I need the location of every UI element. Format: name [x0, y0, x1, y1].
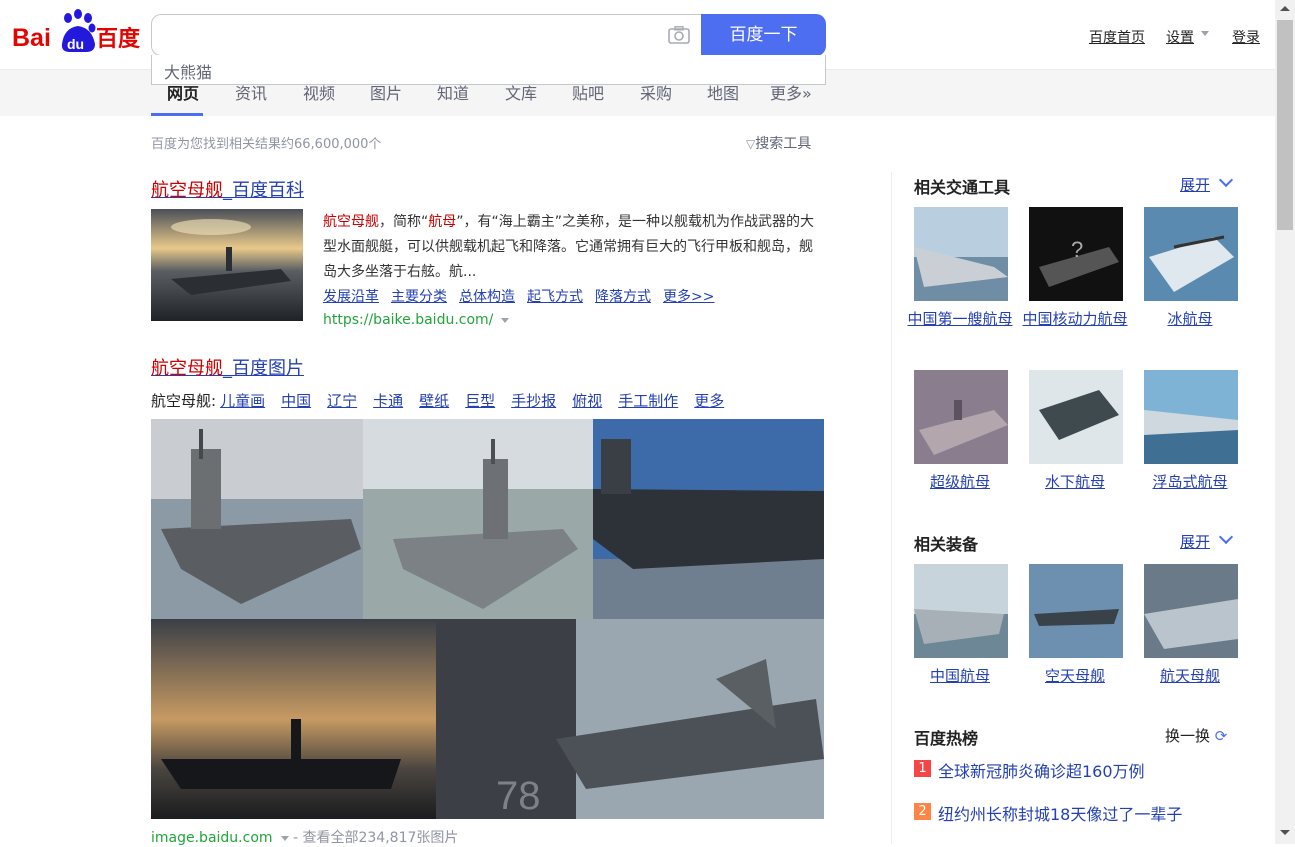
scroll-down-icon[interactable]: [1280, 830, 1290, 835]
scroll-thumb[interactable]: [1277, 20, 1293, 230]
chevron-down-icon[interactable]: [501, 317, 510, 323]
related-thumb[interactable]: [1029, 564, 1123, 658]
filter-icon: ▽: [746, 137, 756, 151]
image-tag[interactable]: 中国: [281, 392, 311, 410]
related-thumb[interactable]: [914, 370, 1008, 464]
refresh-button[interactable]: 换一换 ⟳: [1165, 725, 1227, 746]
active-tab-indicator: [151, 113, 203, 116]
related-thumb[interactable]: ?: [1029, 207, 1123, 301]
result-image[interactable]: 78: [436, 619, 824, 819]
svg-text:百度: 百度: [96, 26, 141, 51]
chevron-down-icon[interactable]: [1218, 529, 1234, 545]
column-divider: [891, 172, 892, 844]
svg-text:78: 78: [496, 774, 541, 818]
result-image[interactable]: [593, 419, 824, 619]
hot-rank-badge: 2: [914, 803, 931, 820]
image-tag[interactable]: 壁纸: [419, 392, 449, 410]
related-caption[interactable]: 空天母舰: [1020, 664, 1130, 689]
image-tag[interactable]: 俯视: [572, 392, 602, 410]
result-image[interactable]: [151, 619, 436, 819]
hot-item[interactable]: 全球新冠肺炎确诊超160万例: [938, 758, 1145, 782]
svg-text:?: ?: [1071, 237, 1083, 262]
result-image[interactable]: [363, 419, 593, 619]
image-tag[interactable]: 手工制作: [618, 392, 678, 410]
home-link[interactable]: 百度首页: [1089, 27, 1145, 47]
related-caption[interactable]: 航天母舰: [1135, 664, 1245, 689]
result-url[interactable]: https://baike.baidu.com/: [323, 312, 510, 328]
related-thumb[interactable]: [914, 564, 1008, 658]
camera-icon[interactable]: [668, 26, 690, 44]
search-input[interactable]: [152, 15, 652, 55]
related-thumb[interactable]: [1029, 370, 1123, 464]
settings-link[interactable]: 设置: [1166, 27, 1194, 47]
image-tag[interactable]: 儿童画: [220, 392, 265, 410]
result-title-baike[interactable]: 航空母舰_百度百科: [151, 176, 304, 202]
related-thumb[interactable]: [914, 207, 1008, 301]
chevron-down-icon[interactable]: [280, 835, 289, 841]
chevron-down-icon[interactable]: [1218, 172, 1234, 188]
scroll-up-icon[interactable]: [1280, 6, 1290, 11]
hot-item[interactable]: 纽约州长称封城18天像过了一辈子: [938, 801, 1182, 825]
sublink[interactable]: 更多>>: [663, 289, 714, 305]
image-tag[interactable]: 手抄报: [511, 392, 556, 410]
baidu-logo[interactable]: Bai du 百度: [12, 8, 142, 56]
sublink[interactable]: 总体构造: [459, 289, 515, 305]
suggestion-item[interactable]: 大熊猫: [164, 59, 212, 83]
related-equipment-title: 相关装备: [914, 535, 979, 554]
related-thumb[interactable]: [1144, 370, 1238, 464]
image-tag[interactable]: 巨型: [465, 392, 495, 410]
image-tag[interactable]: 更多: [694, 392, 724, 410]
related-caption[interactable]: 超级航母: [905, 470, 1015, 495]
image-tag[interactable]: 辽宁: [327, 392, 357, 410]
related-thumb[interactable]: [1144, 564, 1238, 658]
refresh-icon: ⟳: [1214, 727, 1228, 745]
svg-text:du: du: [67, 36, 84, 52]
expand-transport[interactable]: 展开: [1180, 174, 1210, 195]
svg-text:Bai: Bai: [12, 24, 51, 52]
result-title-images[interactable]: 航空母舰_百度图片: [151, 354, 304, 380]
sublink[interactable]: 起飞方式: [527, 289, 583, 305]
result-stats: 百度为您找到相关结果约66,600,000个: [151, 137, 382, 152]
related-thumb[interactable]: [1144, 207, 1238, 301]
chevron-down-icon: [1201, 31, 1209, 36]
search-button[interactable]: 百度一下: [701, 14, 826, 56]
related-caption[interactable]: 中国核动力航母: [1020, 307, 1130, 332]
sublink[interactable]: 主要分类: [391, 289, 447, 305]
expand-equipment[interactable]: 展开: [1180, 531, 1210, 552]
related-caption[interactable]: 浮岛式航母: [1135, 470, 1245, 495]
image-tags: 航空母舰: 儿童画 中国 辽宁 卡通 壁纸 巨型 手抄报 俯视 手工制作 更多: [151, 392, 725, 410]
login-link[interactable]: 登录: [1232, 27, 1260, 47]
search-tools-button[interactable]: ▽搜索工具: [746, 133, 811, 153]
hot-list-title: 百度热榜: [914, 729, 979, 748]
result-sublinks: 发展沿革 主要分类 总体构造 起飞方式 降落方式 更多>>: [323, 286, 726, 306]
image-tag[interactable]: 卡通: [373, 392, 403, 410]
sublink[interactable]: 降落方式: [595, 289, 651, 305]
result-image[interactable]: [151, 419, 363, 619]
result-thumbnail[interactable]: [151, 209, 303, 321]
related-caption[interactable]: 冰航母: [1135, 307, 1245, 332]
result-url: image.baidu.com - 查看全部234,817张图片: [151, 827, 458, 847]
related-caption[interactable]: 水下航母: [1020, 470, 1130, 495]
related-transport-title: 相关交通工具: [914, 178, 1011, 197]
related-caption[interactable]: 中国第一艘航母: [905, 307, 1015, 332]
hot-rank-badge: 1: [914, 760, 931, 777]
result-abstract: 航空母舰，简称“航母”，有“海上霸主”之美称，是一种以舰载机为作战武器的大型水面…: [323, 214, 815, 280]
suggestion-dropdown: 大熊猫: [151, 55, 826, 85]
sublink[interactable]: 发展沿革: [323, 289, 379, 305]
search-box: [151, 14, 702, 56]
related-caption[interactable]: 中国航母: [905, 664, 1015, 689]
scrollbar[interactable]: [1275, 0, 1295, 844]
